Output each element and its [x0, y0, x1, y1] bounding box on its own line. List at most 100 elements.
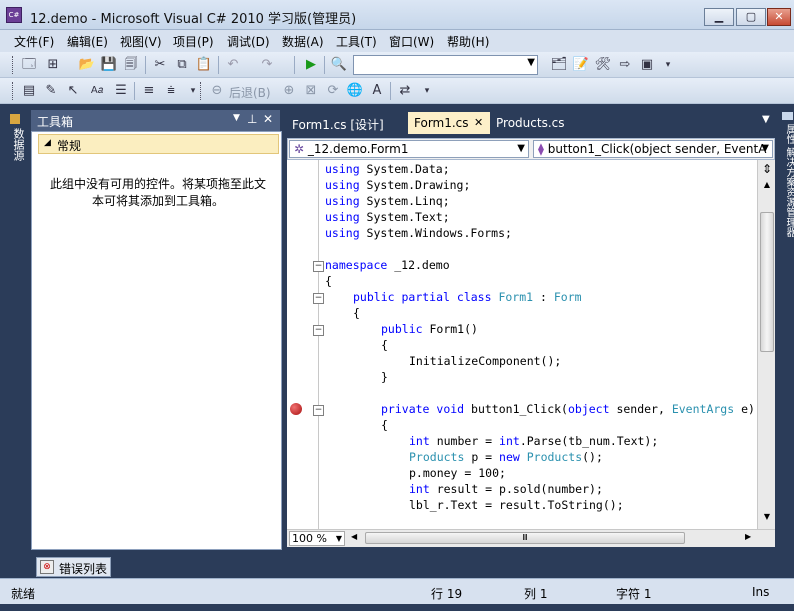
solution-explorer-icon[interactable]: 🗂 — [550, 56, 568, 74]
code-text: { — [381, 338, 388, 352]
properties-icon[interactable]: 📝 — [572, 56, 590, 74]
stop-icon[interactable]: ⊠ — [302, 82, 320, 100]
menu-help[interactable]: 帮助(H) — [447, 33, 489, 50]
minimize-button[interactable]: ▁ — [704, 8, 734, 26]
add-item-icon[interactable]: ⊞ — [44, 56, 62, 74]
vertical-scrollbar[interactable]: ⇕ ▲ ▼ — [757, 160, 775, 529]
scroll-thumb[interactable] — [760, 212, 774, 352]
code-keyword: int — [409, 482, 430, 496]
zoom-combo[interactable]: 100 % ▼ — [289, 531, 345, 546]
copy-icon[interactable]: ⧉ — [173, 56, 191, 74]
sync-toc-icon[interactable]: ⇄ — [396, 82, 414, 100]
code-editor[interactable]: using System.Data; using System.Drawing; u… — [287, 160, 775, 529]
toolbox-group-general[interactable]: ◢ 常规 — [38, 134, 279, 154]
code-line: using System.Data; — [325, 162, 450, 178]
chevron-down-icon: ▼ — [517, 143, 525, 154]
toolbar-grip[interactable] — [12, 56, 15, 74]
fold-toggle-icon[interactable]: − — [313, 325, 324, 336]
cut-icon[interactable]: ✂ — [151, 56, 169, 74]
tab-close-icon[interactable]: ✕ — [474, 116, 483, 129]
close-icon[interactable]: ✕ — [263, 112, 273, 126]
tab-form1-code[interactable]: Form1.cs ✕ — [408, 112, 490, 134]
error-list-tab[interactable]: ⊗ 错误列表 — [36, 557, 111, 577]
toolbar-grip[interactable] — [12, 82, 15, 100]
menu-data[interactable]: 数据(A) — [282, 33, 324, 50]
start-page-icon[interactable]: ⇨ — [616, 56, 634, 74]
menu-project[interactable]: 项目(P) — [173, 33, 214, 50]
complete-word-icon[interactable]: A𝑎 — [88, 82, 106, 100]
forward-arrow-icon[interactable]: ⊕ — [280, 82, 298, 100]
right-sidebar-tabs[interactable]: 属性 解决方案资源管理器 — [782, 124, 794, 237]
fold-toggle-icon[interactable]: − — [313, 261, 324, 272]
code-keyword: void — [436, 402, 465, 416]
code-line: InitializeComponent(); — [409, 354, 561, 370]
scroll-up-icon[interactable]: ▲ — [760, 180, 774, 192]
quick-info-icon[interactable]: ↖ — [64, 82, 82, 100]
font-size-icon[interactable]: A — [368, 82, 386, 100]
scroll-right-icon[interactable]: ▶ — [745, 532, 751, 541]
toolbox-panel: ◢ 常规 此组中没有可用的控件。将某项拖至此文本可将其添加到工具箱。 — [31, 131, 282, 550]
save-all-icon[interactable]: 🗐 — [122, 56, 140, 74]
tab-products[interactable]: Products.cs — [490, 112, 570, 134]
menu-window[interactable]: 窗口(W) — [389, 33, 434, 50]
scroll-left-icon[interactable]: ◀ — [351, 532, 357, 541]
paste-icon[interactable]: 📋 — [195, 56, 213, 74]
comment-out-icon[interactable]: ≡ — [140, 82, 158, 100]
new-project-icon[interactable]: 🗔 — [20, 56, 38, 74]
class-selector[interactable]: ✲ _12.demo.Form1 ▼ — [289, 140, 529, 158]
open-folder-icon[interactable]: 📂 — [78, 56, 96, 74]
code-text: : — [533, 290, 554, 304]
code-line: Products p = new Products(); — [409, 450, 603, 466]
redo-icon[interactable]: ↷ — [258, 56, 276, 74]
find-in-files-icon[interactable]: 🔍 — [330, 56, 348, 74]
data-sources-tab[interactable]: 数据源 — [10, 128, 26, 161]
uncomment-icon[interactable]: ⩧ — [162, 82, 180, 100]
menu-view[interactable]: 视图(V) — [120, 33, 162, 50]
code-text: } — [381, 370, 388, 384]
bookmark-icon[interactable]: ☰ — [112, 82, 130, 100]
fold-toggle-icon[interactable]: − — [313, 293, 324, 304]
code-keyword: using — [325, 226, 360, 240]
toolbar-overflow-icon[interactable]: ▾ — [418, 82, 436, 100]
code-keyword: int — [499, 434, 520, 448]
find-combo[interactable]: ▼ — [353, 55, 538, 75]
code-type: Form1 — [498, 290, 534, 304]
member-selector[interactable]: ⧫ button1_Click(object sender, EventA ▼ — [533, 140, 773, 158]
tab-list-icon[interactable]: ▼ — [762, 114, 770, 125]
undo-icon[interactable]: ↶ — [224, 56, 242, 74]
close-button[interactable]: ✕ — [767, 8, 791, 26]
tab-form1-designer[interactable]: Form1.cs [设计] — [286, 112, 390, 134]
toolbar-separator — [390, 82, 391, 100]
fold-toggle-icon[interactable]: − — [313, 405, 324, 416]
toolbox-group-label: 常规 — [57, 139, 82, 153]
save-icon[interactable]: 💾 — [100, 56, 118, 74]
back-arrow-icon[interactable]: ⊖ — [208, 82, 226, 100]
toolbox-icon[interactable]: 🛠 — [594, 56, 612, 74]
pin-icon[interactable]: ⊥ — [247, 112, 257, 126]
menu-edit[interactable]: 编辑(E) — [67, 33, 108, 50]
hscroll-thumb[interactable]: Ⅲ — [365, 532, 685, 544]
split-icon[interactable]: ⇕ — [760, 162, 774, 178]
toolbar-overflow-icon[interactable]: ▾ — [659, 56, 677, 74]
menu-tools[interactable]: 工具(T) — [336, 33, 377, 50]
refresh-icon[interactable]: ⟳ — [324, 82, 342, 100]
menu-file[interactable]: 文件(F) — [14, 33, 54, 50]
back-button[interactable]: 后退(B) — [229, 84, 271, 101]
navigation-bar: ✲ _12.demo.Form1 ▼ ⧫ button1_Click(objec… — [287, 138, 775, 160]
object-members-icon[interactable]: ▤ — [20, 82, 38, 100]
window-position-icon[interactable]: ▼ — [233, 113, 240, 123]
breakpoint-icon[interactable] — [290, 403, 302, 415]
chevron-down-icon: ▼ — [527, 57, 535, 68]
class-selector-text: _12.demo.Form1 — [307, 142, 409, 156]
scroll-down-icon[interactable]: ▼ — [760, 512, 774, 524]
code-type: EventArgs — [671, 402, 735, 416]
member-selector-text: button1_Click(object sender, EventA — [547, 142, 767, 156]
menu-debug[interactable]: 调试(D) — [227, 33, 270, 50]
parameter-info-icon[interactable]: ✎ — [42, 82, 60, 100]
maximize-button[interactable]: ▢ — [736, 8, 766, 26]
toolbar-grip[interactable] — [200, 82, 203, 100]
start-debugging-icon[interactable]: ▶ — [302, 56, 320, 74]
extension-manager-icon[interactable]: ▣ — [638, 56, 656, 74]
web-icon[interactable]: 🌐 — [346, 82, 364, 100]
code-keyword: using — [325, 178, 360, 192]
